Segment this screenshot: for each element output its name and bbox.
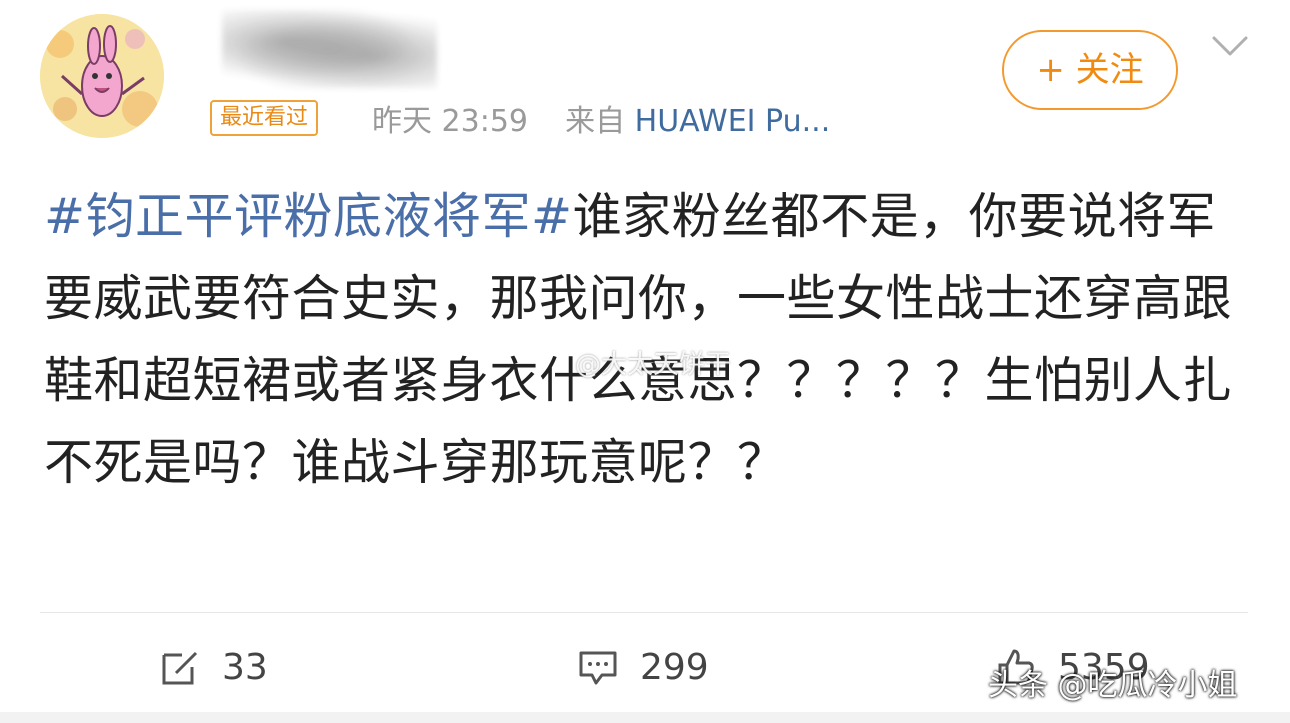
image-watermark: @大太天饼干 <box>575 350 732 380</box>
post-source-prefix: 来自 <box>565 104 626 139</box>
post-text: #钧正平评粉底液将军#谁家粉丝都不是，你要说将军要威武要符合史实，那我问你，一些… <box>44 176 1244 504</box>
comment-count: 299 <box>640 646 709 688</box>
post-hashtag[interactable]: #钧正平评粉底液将军# <box>44 188 573 245</box>
repost-count: 33 <box>222 646 268 688</box>
user-avatar[interactable] <box>40 14 164 138</box>
post-meta: 昨天 23:59 来自 HUAWEI Pu... <box>372 96 830 140</box>
avatar-image <box>40 14 164 138</box>
post-source-device[interactable]: HUAWEI Pu... <box>635 104 831 139</box>
comment-icon <box>579 651 617 685</box>
username-redacted <box>222 10 437 88</box>
platform-watermark: 头条 @吃瓜冷小姐 <box>988 668 1238 703</box>
repost-button[interactable]: 33 <box>160 640 268 694</box>
follow-button[interactable]: + 关注 <box>1002 30 1178 110</box>
recently-viewed-badge: 最近看过 <box>210 100 319 136</box>
bottom-separator <box>0 712 1290 723</box>
post-header: 最近看过 昨天 23:59 来自 HUAWEI Pu... + 关注 <box>0 0 1290 160</box>
repost-icon <box>162 651 198 685</box>
comment-button[interactable]: 299 <box>578 640 709 694</box>
chevron-down-icon[interactable] <box>1210 30 1250 60</box>
post-time: 昨天 23:59 <box>372 104 528 139</box>
actions-divider <box>40 612 1248 613</box>
